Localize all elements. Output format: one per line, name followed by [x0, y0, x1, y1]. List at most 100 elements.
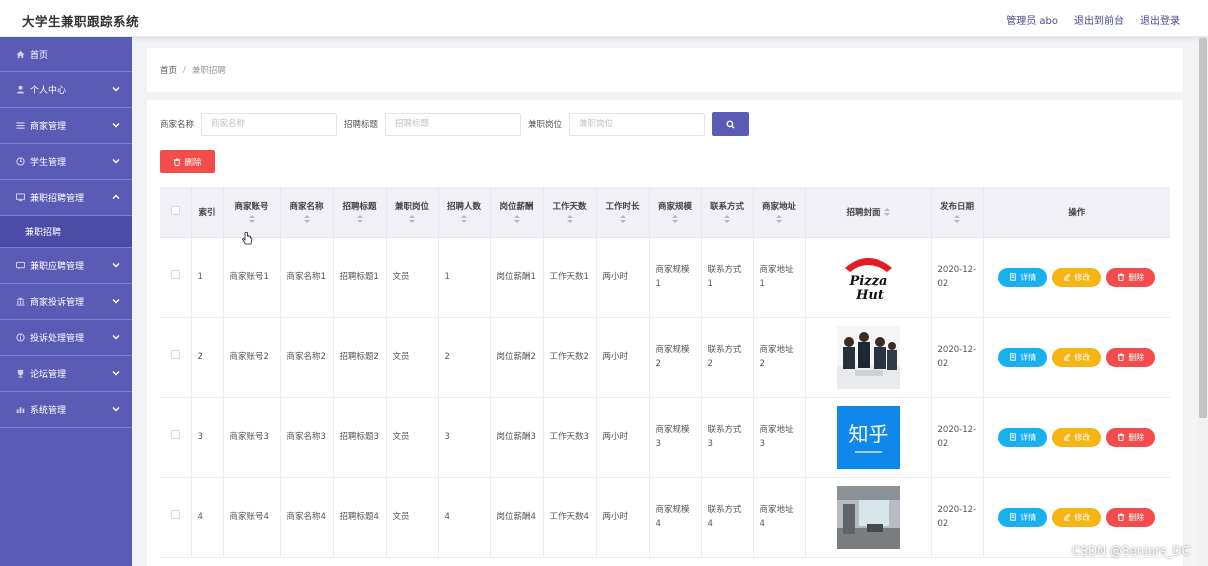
delete-button[interactable]: 删除	[1106, 507, 1156, 527]
sidebar-item-application-management[interactable]: 兼职应聘管理	[0, 248, 132, 284]
sidebar-item-home[interactable]: 首页	[0, 37, 132, 72]
cell-position: 文员	[386, 317, 439, 398]
sort-icon[interactable]	[461, 215, 467, 224]
row-checkbox[interactable]	[170, 270, 180, 279]
sort-icon[interactable]	[883, 207, 890, 216]
row-checkbox[interactable]	[170, 510, 180, 519]
col-header[interactable]: 商家地址	[753, 187, 806, 238]
sort-icon[interactable]	[303, 215, 310, 224]
sort-icon[interactable]	[776, 215, 782, 224]
cell-count: 3	[438, 397, 491, 478]
position-input[interactable]	[569, 112, 706, 136]
breadcrumb-separator: /	[183, 65, 186, 75]
sidebar-item-system-management[interactable]: 系统管理	[0, 392, 132, 428]
chevron-up-icon	[112, 193, 120, 201]
edit-button[interactable]: 修改	[1052, 427, 1102, 447]
sort-icon[interactable]	[409, 215, 415, 224]
col-header[interactable]: 兼职岗位	[386, 187, 439, 238]
delete-button[interactable]: 删除	[1106, 267, 1156, 287]
breadcrumb-home[interactable]: 首页	[160, 64, 177, 76]
info-icon	[15, 333, 25, 343]
search-button[interactable]	[712, 112, 750, 136]
col-header[interactable]: 商家账号	[223, 187, 281, 238]
cell-merchant-name: 商家名称2	[280, 317, 334, 398]
cell-address: 商家地址2	[753, 317, 806, 398]
sort-icon[interactable]	[724, 215, 730, 224]
cell-account: 商家账号4	[223, 477, 281, 558]
col-header[interactable]: 招聘人数	[438, 187, 491, 238]
breadcrumb-current: 兼职招聘	[191, 66, 226, 76]
edit-button[interactable]: 修改	[1052, 347, 1102, 367]
edit-button[interactable]: 修改	[1052, 267, 1102, 287]
cell-actions: 详情 修改 删除	[983, 317, 1170, 398]
col-header[interactable]: 岗位薪酬	[490, 187, 544, 238]
select-all-checkbox[interactable]	[170, 205, 180, 215]
mouse-cursor-icon	[241, 231, 253, 246]
col-header-label: 操作	[1068, 207, 1086, 218]
cell-date: 2020-12-02	[931, 317, 984, 398]
col-header[interactable]: 联系方式	[701, 187, 754, 238]
sidebar-item-complaint-management[interactable]: 商家投诉管理	[0, 284, 132, 320]
sidebar-item-forum-management[interactable]: 论坛管理	[0, 356, 132, 392]
col-header-label: 岗位薪酬	[499, 202, 534, 213]
cover-image	[812, 325, 925, 389]
merchant-name-input[interactable]	[201, 112, 338, 136]
sidebar-item-complaint-handling[interactable]: 投诉处理管理	[0, 320, 132, 356]
page-scrollbar[interactable]	[1198, 38, 1208, 566]
sort-icon[interactable]	[248, 215, 255, 224]
col-header[interactable]: 商家名称	[280, 187, 334, 238]
table-row: 1 商家账号1 商家名称1 招聘标题1 文员 1 岗位薪酬1 工作天数1 两小时 商家规模1 联系方…	[160, 237, 1170, 318]
col-header[interactable]: 招聘封面	[805, 187, 932, 238]
sort-icon[interactable]	[954, 215, 960, 224]
sidebar-item-personal-center[interactable]: 个人中心	[0, 72, 132, 108]
detail-button[interactable]: 详情	[998, 507, 1048, 527]
clock-icon	[15, 157, 25, 167]
recruit-title-input[interactable]	[385, 112, 522, 136]
col-header[interactable]: 工作时长	[596, 187, 650, 238]
scrollbar-thumb[interactable]	[1199, 38, 1207, 418]
sort-icon[interactable]	[566, 215, 573, 224]
cell-address: 商家地址3	[753, 397, 806, 478]
row-select-cell[interactable]	[160, 317, 192, 398]
cell-hours: 两小时	[596, 477, 650, 558]
row-checkbox[interactable]	[170, 430, 180, 439]
batch-delete-button[interactable]: 删除	[160, 150, 215, 173]
delete-label: 删除	[1128, 272, 1145, 282]
document-icon	[1009, 513, 1017, 521]
sort-icon[interactable]	[513, 215, 520, 224]
detail-button[interactable]: 详情	[998, 427, 1048, 447]
col-header-label: 招聘标题	[342, 202, 377, 213]
delete-button[interactable]: 删除	[1106, 347, 1156, 367]
cell-count: 1	[438, 237, 491, 318]
sidebar-item-label: 个人中心	[30, 86, 67, 96]
col-header[interactable]: 招聘标题	[333, 187, 387, 238]
row-checkbox[interactable]	[170, 350, 180, 359]
row-select-cell[interactable]	[160, 237, 192, 318]
sidebar-item-student-management[interactable]: 学生管理	[0, 144, 132, 180]
col-header[interactable]: 发布日期	[931, 187, 984, 238]
col-header-label: 工作天数	[552, 202, 587, 213]
chevron-down-icon	[112, 369, 120, 377]
row-select-cell[interactable]	[160, 397, 192, 478]
col-header[interactable]: 工作天数	[543, 187, 597, 238]
sort-icon[interactable]	[672, 215, 678, 224]
select-all-cell[interactable]	[160, 187, 192, 238]
detail-button[interactable]: 详情	[998, 347, 1048, 367]
sort-icon[interactable]	[619, 215, 626, 224]
sidebar-item-recruitment-management[interactable]: 兼职招聘管理	[0, 180, 132, 216]
edit-button[interactable]: 修改	[1052, 507, 1102, 527]
sidebar-item-merchant-management[interactable]: 商家管理	[0, 108, 132, 144]
logout-link[interactable]: 退出登录	[1140, 12, 1180, 27]
cell-salary: 岗位薪酬1	[490, 237, 544, 318]
col-header-label: 招聘封面	[846, 207, 881, 218]
cell-count: 2	[438, 317, 491, 398]
detail-button[interactable]: 详情	[998, 267, 1048, 287]
sidebar: 首页 个人中心 商家管理 学生管理 兼职招聘管理 兼职招聘 兼职应聘管理 商家投…	[0, 37, 132, 566]
sort-icon[interactable]	[356, 215, 363, 224]
row-select-cell[interactable]	[160, 477, 192, 558]
cell-scale: 商家规模2	[649, 317, 702, 398]
delete-button[interactable]: 删除	[1106, 427, 1156, 447]
col-header[interactable]: 商家规模	[649, 187, 702, 238]
sidebar-subitem-recruitment[interactable]: 兼职招聘	[0, 216, 132, 248]
exit-to-front-link[interactable]: 退出到前台	[1074, 12, 1124, 27]
